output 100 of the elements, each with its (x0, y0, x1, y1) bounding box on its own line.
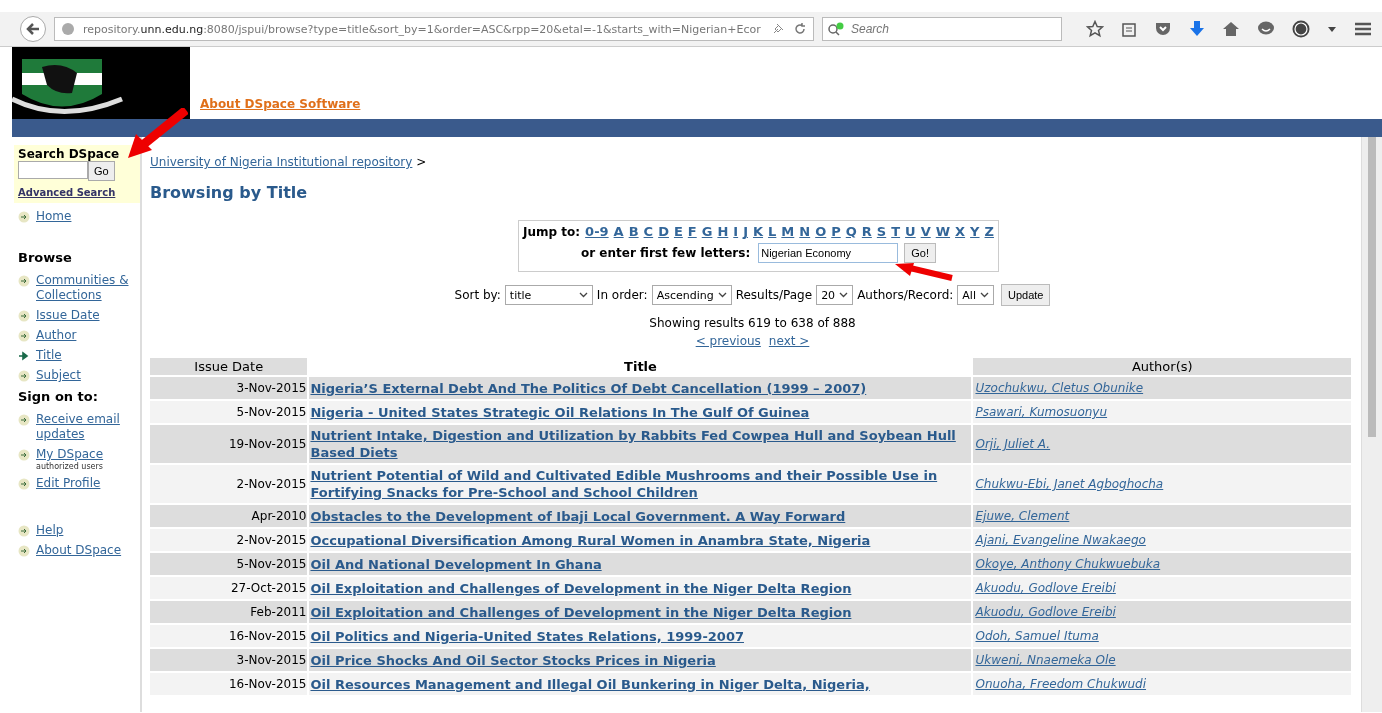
sort-label: Sort by: (454, 288, 501, 302)
date-cell: 5-Nov-2015 (150, 401, 308, 423)
annotation-arrow (894, 263, 955, 281)
chevron-icon (979, 292, 989, 298)
dropdown[interactable]: title (504, 285, 593, 305)
dropdown[interactable]: Ascending (651, 285, 732, 305)
title-link[interactable]: Oil Exploitation and Challenges of Development in the Niger Delta Region (310, 579, 971, 597)
search-title: Search DSpace (18, 147, 121, 161)
date-cell: Feb-2011 (150, 601, 308, 623)
caret-icon[interactable] (1327, 25, 1337, 33)
letter-link[interactable]: A (613, 224, 624, 239)
letter-link[interactable]: P (831, 224, 841, 239)
sign-on-heading: Sign on to: (18, 389, 99, 404)
chevron-icon (717, 292, 727, 298)
date-cell: 3-Nov-2015 (150, 377, 308, 399)
advanced-search-link[interactable]: Advanced Search (18, 187, 116, 198)
title-link[interactable]: Occupational Diversification Among Rural Women in Anambra State, Nigeria (310, 531, 971, 549)
letter-link[interactable]: S (876, 224, 887, 239)
title-link[interactable]: Nigeria - United States Strategic Oil Relations In The Gulf Of Guinea (310, 403, 971, 421)
letter-link[interactable]: U (905, 224, 916, 239)
dropdown[interactable]: All (957, 285, 994, 305)
nav-link[interactable]: Help (36, 523, 64, 538)
date-cell: 5-Nov-2015 (150, 553, 308, 575)
letter-link[interactable]: T (891, 224, 901, 239)
sort-label: Authors/Record: (857, 288, 954, 302)
letter-link[interactable]: X (955, 224, 966, 239)
person-name-link[interactable]: Ejuwe, Clement (975, 509, 1070, 523)
letters-input[interactable]: Nigerian Economy (758, 243, 899, 263)
breadcrumb-link[interactable]: University of Nigeria Institutional repository (150, 155, 413, 169)
go-button[interactable]: Go! (904, 242, 936, 263)
title-link[interactable]: Oil Price Shocks And Oil Sector Stocks Prices in Nigeria (310, 651, 971, 669)
back-button[interactable] (20, 16, 46, 42)
clipboard-icon[interactable] (1121, 21, 1137, 37)
letter-link[interactable]: L (768, 224, 777, 239)
date-cell: 16-Nov-2015 (150, 673, 308, 695)
chevron-icon (839, 292, 849, 298)
letter-link[interactable]: V (920, 224, 931, 239)
letter-link[interactable]: M (781, 224, 795, 239)
nav-link[interactable]: Issue Date (36, 308, 100, 323)
letter-link[interactable]: N (799, 224, 811, 239)
nav-link[interactable]: My DSpace (36, 447, 104, 462)
letter-link[interactable]: Q (845, 224, 857, 239)
title-link[interactable]: Oil Politics and Nigeria-United States Relations, 1999-2007 (310, 627, 971, 645)
letter-link[interactable]: Z (984, 224, 994, 239)
letter-link[interactable]: C (643, 224, 654, 239)
title-link[interactable]: Nutrient Intake, Digestion and Utilization by Rabbits Fed Cowpea Hull and Soybean Hull Based Diets (310, 427, 971, 461)
dropdown[interactable]: 20 (816, 285, 854, 305)
go-button[interactable]: Go (88, 161, 115, 181)
letter-link[interactable]: W (935, 224, 951, 239)
letter-link[interactable]: H (717, 224, 729, 239)
date-cell: 2-Nov-2015 (150, 465, 308, 503)
letter-link[interactable]: Y (970, 224, 980, 239)
letter-link[interactable]: D (658, 224, 669, 239)
title-link[interactable]: Oil Resources Management and Illegal Oil Bunkering in Niger Delta, Nigeria, (310, 675, 971, 693)
nav-link[interactable]: Receive email updates (36, 412, 136, 442)
letter-link[interactable]: K (752, 224, 764, 239)
menu-icon[interactable] (1354, 21, 1372, 37)
letter-link[interactable]: E (673, 224, 683, 239)
letter-link[interactable]: J (743, 224, 748, 239)
enter-letters-label: or enter first few letters: (581, 245, 751, 260)
nav-link[interactable]: Subject (36, 368, 81, 383)
jump-label: Jump to: (523, 225, 581, 239)
letter-link[interactable]: G (701, 224, 713, 239)
sort-label: In order: (596, 288, 648, 302)
nav-link[interactable]: Edit Profile (36, 476, 101, 491)
column-header[interactable]: Issue Date (150, 358, 308, 375)
next-link[interactable]: next > (768, 334, 810, 348)
title-link[interactable]: Oil Exploitation and Challenges of Development in the Niger Delta Region (310, 603, 971, 621)
title-link[interactable]: Obstacles to the Development of Ibaji Local Government. A Way Forward (310, 507, 971, 525)
letter-link[interactable]: I (733, 224, 739, 239)
nav-link[interactable]: Home (36, 209, 72, 224)
star-icon[interactable] (1086, 20, 1104, 38)
pocket-icon[interactable] (1154, 21, 1172, 37)
address-bar[interactable]: repository.unn.edu.ng:8080/jspui/browse?type=title&sort_by=1&order=ASC&rpp=20&etal=-1&starts_with=Nigerian+Ecor (54, 17, 814, 41)
person-name-link[interactable]: Chukwu-Ebi, Janet Agboghocha (975, 477, 1164, 491)
title-link[interactable]: Oil And National Development In Ghana (310, 555, 971, 573)
nav-link[interactable]: Communities & Collections (36, 273, 136, 303)
back-arrow-icon (25, 21, 41, 37)
letter-link[interactable]: 0-9 (585, 224, 609, 239)
person-name-link[interactable]: Orji, Juliet A. (975, 437, 1051, 451)
nav-link[interactable]: About DSpace (36, 543, 122, 558)
scrollbar[interactable] (1361, 137, 1382, 712)
nav-link[interactable]: Title (36, 348, 62, 363)
letter-link[interactable]: B (628, 224, 639, 239)
letter-link[interactable]: O (815, 224, 827, 239)
previous-link[interactable]: < previous (695, 334, 761, 348)
letter-link[interactable]: R (861, 224, 872, 239)
title-link[interactable]: Nigeria’S External Debt And The Politics Of Debt Cancellation (1999 – 2007) (310, 379, 971, 397)
home-icon[interactable] (1222, 21, 1240, 37)
about-software-link[interactable]: About DSpace Software (200, 97, 361, 111)
search-field[interactable]: Search (822, 17, 1062, 41)
download-icon[interactable] (1189, 20, 1205, 38)
page-heading: Browsing by Title (150, 183, 309, 202)
nav-link[interactable]: Author (36, 328, 77, 343)
title-link[interactable]: Nutrient Potential of Wild and Cultivated Edible Mushrooms and their Possible Use in Fortifying Snacks for Pre-School and School Children (310, 467, 971, 501)
column-header[interactable]: Author(s) (973, 358, 1351, 375)
search-input[interactable] (18, 161, 88, 179)
letter-link[interactable]: F (687, 224, 697, 239)
update-button[interactable]: Update (1000, 284, 1051, 306)
reload-icon[interactable] (793, 22, 807, 36)
